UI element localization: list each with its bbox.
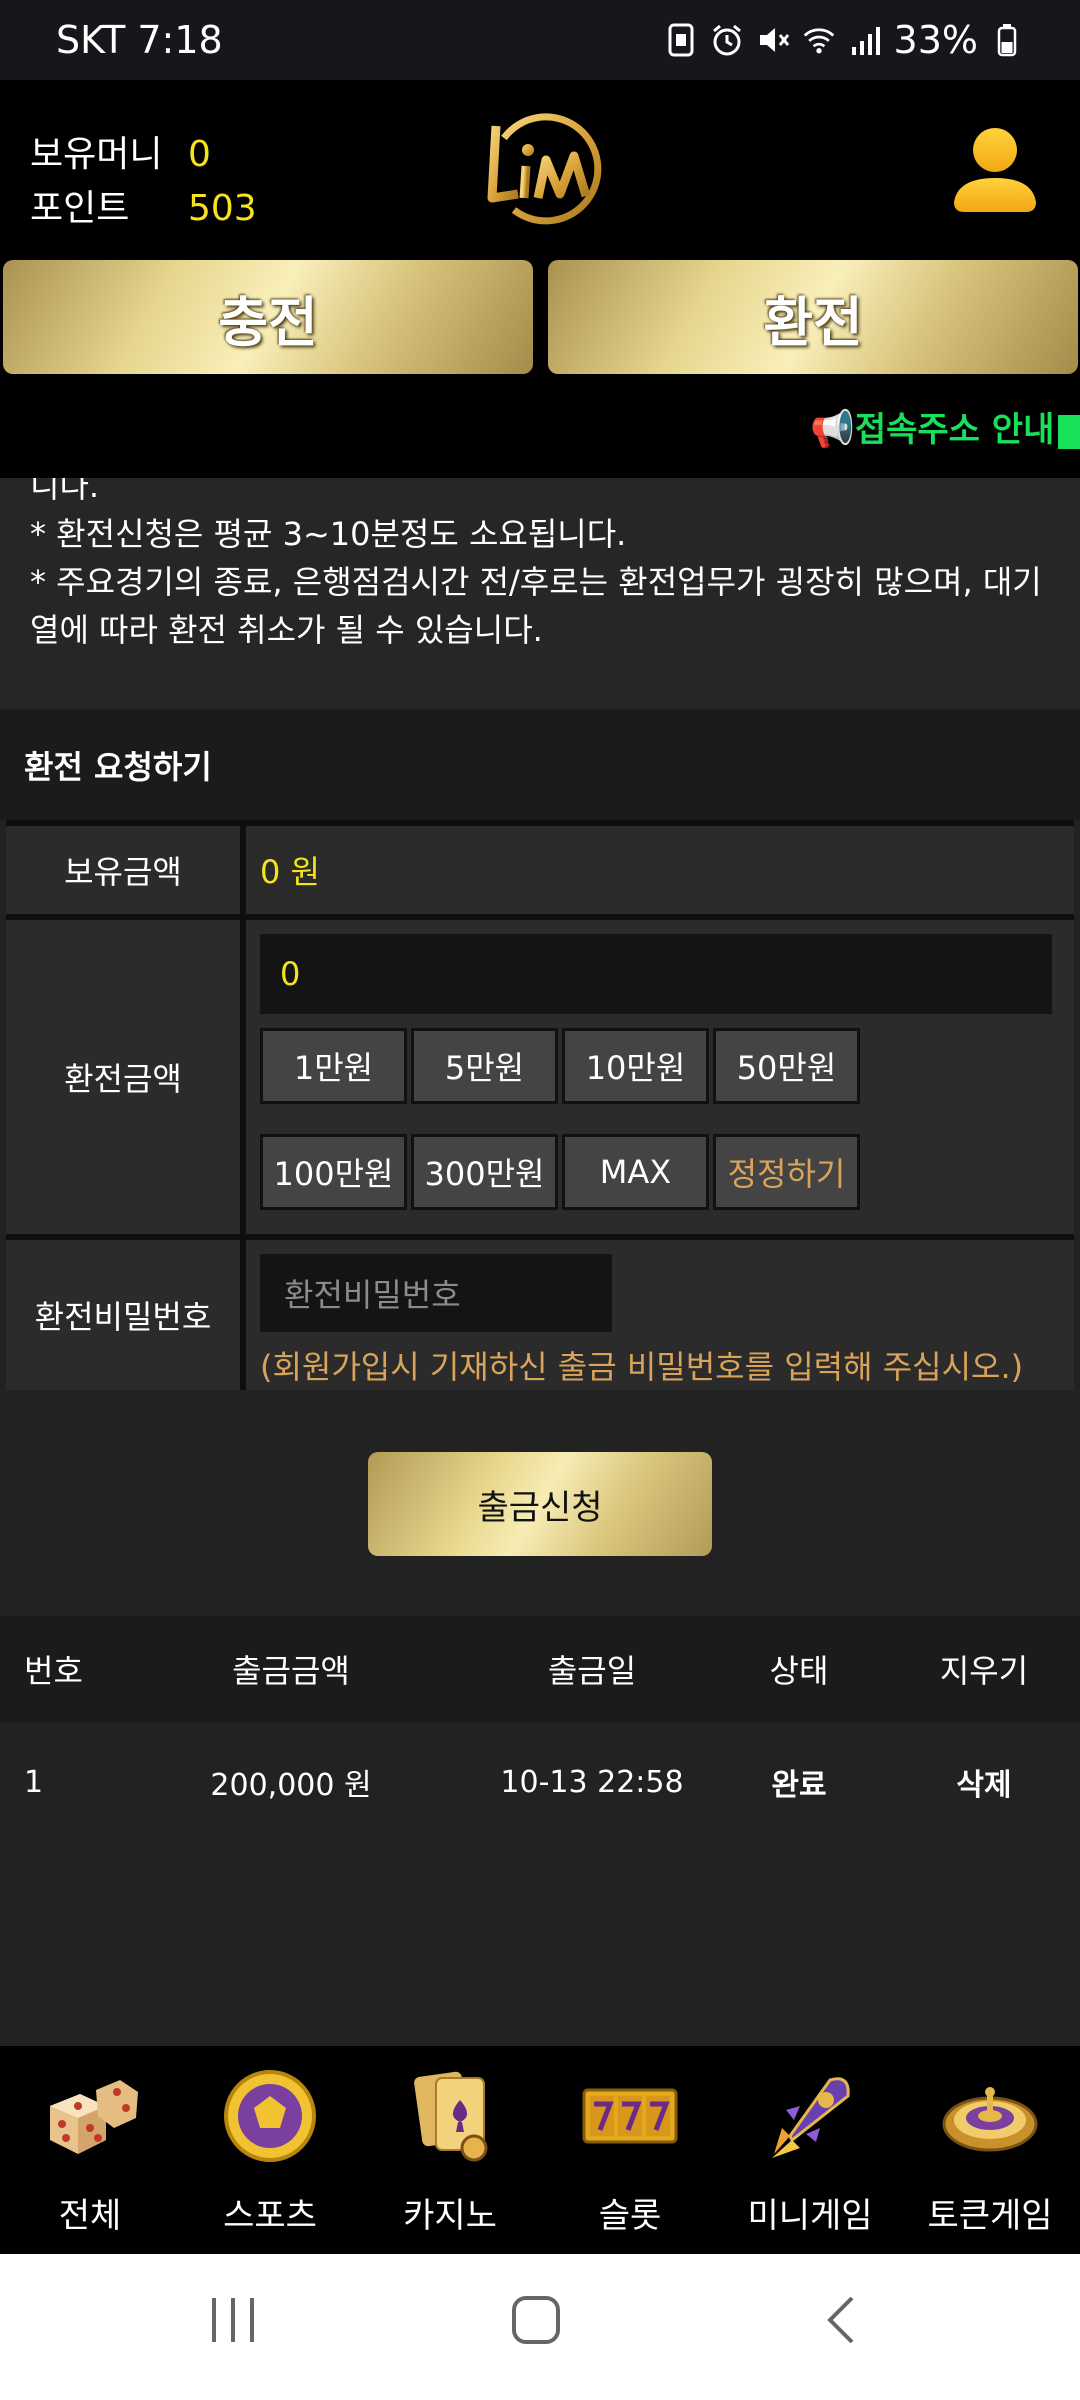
ticker-text: 접속주소 안내 — [854, 410, 1055, 450]
amount-input[interactable]: 0 — [260, 934, 1052, 1014]
password-input[interactable]: 환전비밀번호 — [260, 1254, 612, 1332]
lim-logo[interactable] — [474, 98, 610, 234]
nav-item-token[interactable]: 토큰게임 — [900, 2046, 1080, 2254]
table-row: 1 200,000 원 10-13 22:58 완료 삭제 — [0, 1722, 1080, 1842]
chip-10k-button[interactable]: 1만원 — [260, 1028, 407, 1104]
withdraw-button[interactable]: 환전 — [548, 260, 1078, 374]
chip-50k-button[interactable]: 5만원 — [411, 1028, 558, 1104]
col-no: 번호 — [24, 1652, 83, 1690]
back-icon[interactable] — [822, 2294, 862, 2350]
bottom-nav: 전체 스포츠 카지노 슬롯 미니게임 토큰게임 — [0, 2046, 1080, 2254]
money-label: 보유머니 — [30, 134, 163, 175]
slot-777-icon — [580, 2066, 680, 2166]
nav-item-all[interactable]: 전체 — [0, 2046, 180, 2254]
check-icon — [1058, 414, 1080, 449]
row-amount: 200,000 원 — [210, 1768, 372, 1803]
reset-button[interactable]: 정정하기 — [713, 1134, 860, 1210]
nav-label-casino: 카지노 — [403, 2196, 497, 2236]
rocket-icon — [760, 2066, 860, 2166]
point-value: 503 — [188, 188, 257, 229]
chip-max-button[interactable]: MAX — [562, 1134, 709, 1210]
submit-area: 출금신청 — [0, 1400, 1080, 1616]
nav-item-sports[interactable]: 스포츠 — [180, 2046, 360, 2254]
password-cell: 환전비밀번호 (회원가입시 기재하신 출금 비밀번호를 입력해 주십시오.) — [246, 1240, 1074, 1390]
alarm-icon — [710, 23, 744, 57]
page: SKT 7:18 33% 보유머니 0 포인트 503 충전 환전 📢접속주소 … — [0, 0, 1080, 2400]
password-hint: (회원가입시 기재하신 출금 비밀번호를 입력해 주십시오.) — [260, 1348, 1024, 1386]
col-amount: 출금금액 — [232, 1652, 350, 1690]
section-title: 환전 요청하기 — [0, 710, 1080, 820]
notice-line-2: * 주요경기의 종료, 은행점검시간 전/후로는 환전업무가 굉장히 많으며, … — [30, 563, 1042, 649]
cards-icon — [400, 2066, 500, 2166]
amount-chips: 1만원 5만원 10만원 50만원 100만원 300만원 MAX 정정하기 — [260, 1028, 860, 1240]
row-status: 완료 — [771, 1768, 827, 1803]
chip-100k-button[interactable]: 10만원 — [562, 1028, 709, 1104]
withdraw-notice: 니다. * 환전신청은 평균 3~10분정도 소요됩니다. * 주요경기의 종료… — [0, 478, 1080, 708]
withdraw-request-button[interactable]: 출금신청 — [368, 1452, 712, 1556]
nav-label-all: 전체 — [58, 2196, 122, 2236]
notice-line-1: * 환전신청은 평균 3~10분정도 소요됩니다. — [30, 515, 627, 553]
roulette-icon — [940, 2066, 1040, 2166]
notice-cut-line: 니다. — [30, 478, 100, 505]
status-time: SKT 7:18 — [56, 18, 223, 62]
point-label: 포인트 — [30, 188, 130, 229]
recent-apps-icon[interactable] — [208, 2294, 258, 2350]
chip-row-1: 1만원 5만원 10만원 50만원 — [260, 1028, 860, 1104]
withdraw-form: 보유금액 0 원 환전금액 0 1만원 5만원 10만원 50만원 100만원 … — [6, 820, 1074, 1390]
col-status: 상태 — [769, 1652, 829, 1690]
sim-icon — [664, 23, 698, 57]
home-icon[interactable] — [510, 2294, 562, 2350]
delete-button[interactable]: 삭제 — [888, 1760, 1080, 1804]
nav-label-slot: 슬롯 — [598, 2196, 662, 2236]
deposit-button[interactable]: 충전 — [3, 260, 533, 374]
balance-info: 보유머니 0 포인트 503 — [30, 128, 257, 236]
chip-row-2: 100만원 300만원 MAX 정정하기 — [260, 1134, 860, 1210]
header: 보유머니 0 포인트 503 — [0, 80, 1080, 260]
password-label: 환전비밀번호 — [6, 1240, 246, 1390]
amount-cell: 0 1만원 5만원 10만원 50만원 100만원 300만원 MAX 정정하기 — [246, 920, 1074, 1234]
nav-label-sports: 스포츠 — [223, 2196, 317, 2236]
history-header: 번호 출금금액 출금일 상태 지우기 — [0, 1616, 1080, 1722]
top-buttons: 충전 환전 — [0, 258, 1080, 378]
nav-item-casino[interactable]: 카지노 — [360, 2046, 540, 2254]
col-date: 출금일 — [547, 1652, 637, 1690]
chip-1m-button[interactable]: 100만원 — [260, 1134, 407, 1210]
mute-icon — [756, 23, 790, 57]
row-date: 10-13 22:58 — [500, 1764, 684, 1800]
balance-row: 보유금액 0 원 — [6, 820, 1074, 914]
battery-percent: 33% — [893, 18, 978, 62]
system-nav-bar — [0, 2254, 1080, 2400]
signal-icon — [848, 23, 882, 57]
balance-label: 보유금액 — [6, 826, 246, 914]
chip-500k-button[interactable]: 50만원 — [713, 1028, 860, 1104]
nav-label-token: 토큰게임 — [927, 2196, 1053, 2236]
megaphone-icon: 📢 — [810, 409, 855, 450]
nav-item-minigame[interactable]: 미니게임 — [720, 2046, 900, 2254]
row-no: 1 — [24, 1764, 44, 1800]
balance-value: 0 원 — [246, 826, 1074, 914]
money-value: 0 — [188, 134, 211, 175]
status-bar: SKT 7:18 33% — [0, 0, 1080, 80]
dice-icon — [40, 2066, 140, 2166]
ticker-content: 📢접속주소 안내 — [810, 402, 1080, 451]
soccer-ball-icon — [220, 2066, 320, 2166]
wifi-icon — [802, 23, 836, 57]
amount-label: 환전금액 — [6, 920, 246, 1234]
nav-label-minigame: 미니게임 — [747, 2196, 873, 2236]
user-icon[interactable] — [950, 120, 1040, 215]
notice-ticker[interactable]: 📢접속주소 안내 — [0, 378, 1080, 478]
battery-icon — [990, 23, 1024, 57]
withdraw-history: 번호 출금금액 출금일 상태 지우기 1 200,000 원 10-13 22:… — [0, 1616, 1080, 2046]
password-row: 환전비밀번호 환전비밀번호 (회원가입시 기재하신 출금 비밀번호를 입력해 주… — [6, 1234, 1074, 1390]
status-icons: 33% — [664, 18, 1024, 62]
nav-item-slot[interactable]: 슬롯 — [540, 2046, 720, 2254]
chip-3m-button[interactable]: 300만원 — [411, 1134, 558, 1210]
col-delete: 지우기 — [939, 1652, 1029, 1690]
amount-row: 환전금액 0 1만원 5만원 10만원 50만원 100만원 300만원 MAX… — [6, 914, 1074, 1234]
